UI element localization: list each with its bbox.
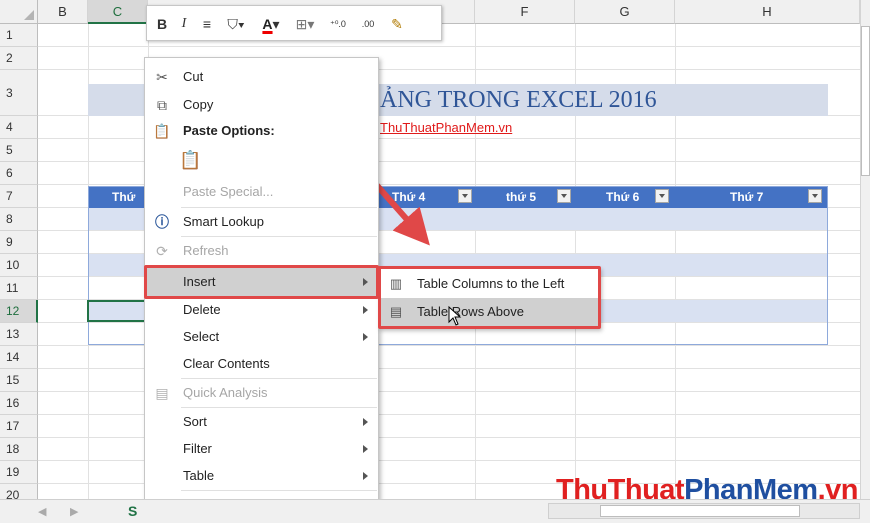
menu-item-label: Table (183, 468, 215, 483)
menu-item-refresh[interactable]: ⟳ Refresh (145, 237, 378, 265)
vertical-scroll-thumb[interactable] (861, 26, 870, 176)
menu-item-label: Refresh (183, 243, 229, 258)
font-color-button[interactable]: A▾ (257, 15, 285, 33)
smart-lookup-icon: ⓘ (155, 214, 169, 230)
menu-item-select[interactable]: Select (145, 323, 378, 351)
quick-analysis-icon: ▤ (155, 385, 169, 401)
menu-item-paste-special[interactable]: Paste Special... (145, 178, 378, 206)
menu-item-label: Cut (183, 69, 204, 84)
tab-scroll-left-icon[interactable]: ◀ (38, 505, 46, 518)
mini-toolbar: B I ≡ ⛉▾ A▾ ⊞▾ ⁺⁰.0 .00 ✎ (146, 5, 442, 41)
menu-item-label: Clear Contents (183, 356, 270, 371)
sheet-tab[interactable]: S (128, 499, 146, 523)
horizontal-scroll-thumb[interactable] (600, 505, 800, 517)
submenu-arrow-icon (363, 306, 368, 314)
refresh-icon: ⟳ (156, 243, 168, 259)
paste-icon: 📋 (153, 123, 171, 139)
submenu-arrow-icon (363, 445, 368, 453)
scissors-icon: ✂ (156, 69, 168, 85)
menu-item-label: Smart Lookup (183, 214, 264, 229)
menu-item-label: Copy (183, 97, 214, 112)
menu-item-smart-lookup[interactable]: ⓘ Smart Lookup (145, 208, 378, 236)
italic-button[interactable]: I (177, 15, 191, 33)
highlight-box-submenu (378, 266, 601, 329)
menu-paste-options-header: 📋 Paste Options: (145, 117, 378, 145)
menu-item-delete[interactable]: Delete (145, 296, 378, 324)
menu-item-label: Select (183, 329, 220, 344)
submenu-arrow-icon (363, 418, 368, 426)
menu-item-quick-analysis[interactable]: ▤ Quick Analysis (145, 379, 378, 407)
menu-item-label: Delete (183, 302, 221, 317)
menu-item-sort[interactable]: Sort (145, 408, 378, 436)
menu-separator (181, 490, 377, 491)
submenu-arrow-icon (363, 472, 368, 480)
submenu-arrow-icon (363, 333, 368, 341)
increase-decimal-icon[interactable]: ⁺⁰.0 (325, 15, 351, 33)
menu-item-cut[interactable]: ✂ Cut (145, 63, 378, 91)
bold-button[interactable]: B (155, 15, 169, 33)
menu-item-copy[interactable]: ⧉ Copy (145, 91, 378, 119)
menu-item-clear-contents[interactable]: Clear Contents (145, 350, 378, 378)
annotation-arrow (325, 127, 430, 246)
menu-item-filter[interactable]: Filter (145, 435, 378, 463)
copy-icon: ⧉ (157, 97, 167, 113)
format-painter-icon[interactable]: ✎ (387, 15, 407, 33)
menu-item-label: Quick Analysis (183, 385, 268, 400)
paste-clipboard-icon: 📋 (179, 150, 202, 170)
menu-item-table[interactable]: Table (145, 462, 378, 490)
tab-scroll-right-icon[interactable]: ▶ (70, 505, 78, 518)
font-color-icon: A (262, 16, 273, 32)
menu-item-label: Paste Options: (183, 123, 275, 138)
paste-option-button[interactable]: 📋 (145, 146, 378, 178)
menu-item-label: Paste Special... (183, 184, 274, 199)
fill-color-icon[interactable]: ⛉▾ (223, 15, 249, 33)
menu-item-label: Filter (183, 441, 212, 456)
menu-item-label: Sort (183, 414, 207, 429)
spreadsheet: B C F G H 1 2 3 4 5 6 7 8 9 10 11 12 13 … (0, 0, 870, 523)
borders-icon[interactable]: ⊞▾ (291, 15, 319, 33)
decrease-decimal-icon[interactable]: .00 (355, 15, 381, 33)
align-center-icon[interactable]: ≡ (199, 15, 215, 33)
highlight-box-insert (144, 265, 379, 299)
